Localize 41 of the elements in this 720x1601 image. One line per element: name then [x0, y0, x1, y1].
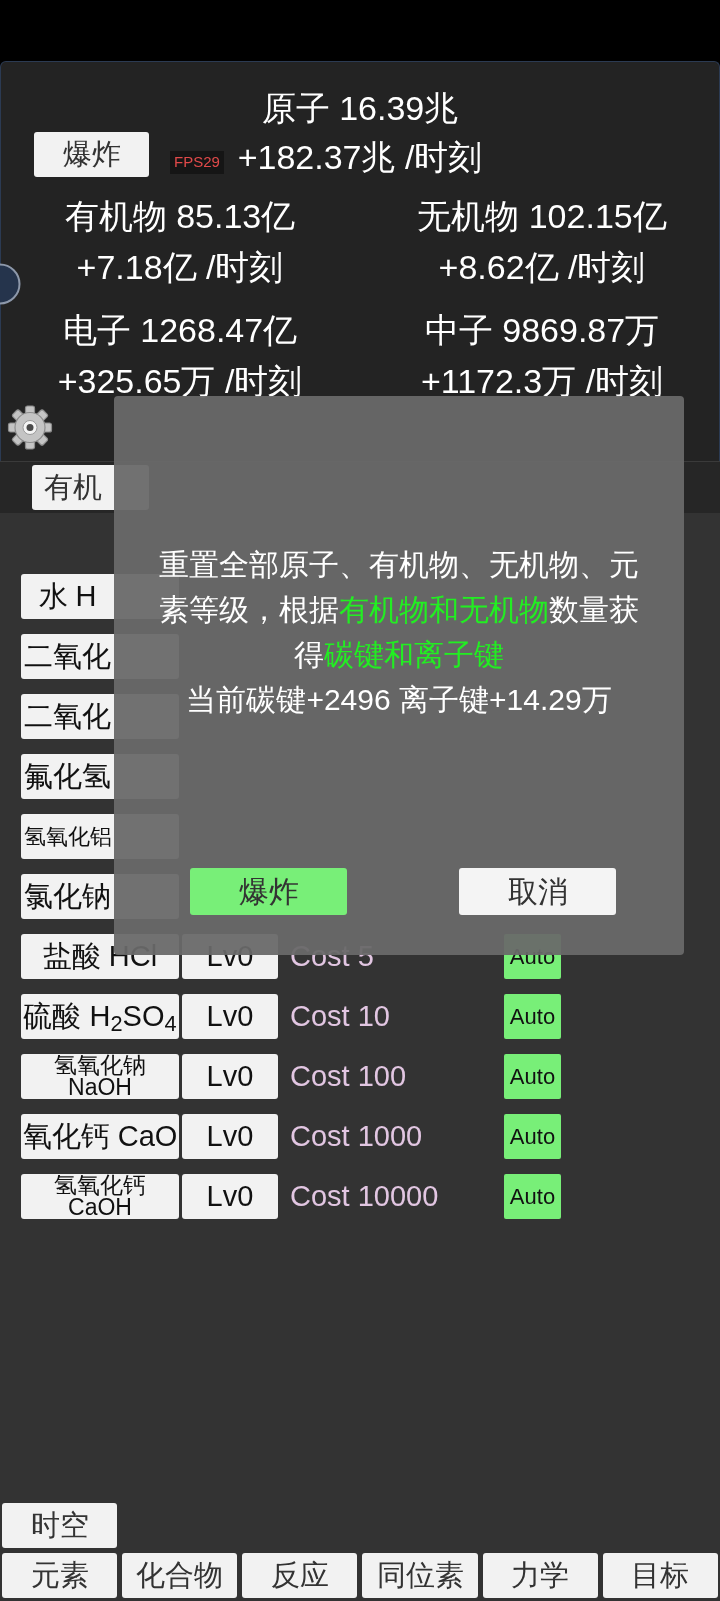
level-button[interactable]: Lv0 — [182, 1114, 278, 1159]
nav-tab[interactable]: 目标 — [602, 1553, 718, 1598]
nav-tab[interactable]: 元素 — [2, 1553, 118, 1598]
nav-tab[interactable]: 化合物 — [122, 1553, 238, 1598]
compound-button[interactable]: 氢氧化钠 NaOH — [21, 1054, 179, 1099]
cost-text: Cost 5 — [290, 938, 374, 974]
dialog-summary: 当前碳键+2496 离子键+14.29万 — [185, 682, 613, 718]
resource-amount: 电子 1268.47亿 — [62, 310, 298, 351]
level-button[interactable]: Lv0 — [182, 994, 278, 1039]
resource-amount: 中子 9869.87万 — [424, 310, 660, 351]
compound-button[interactable]: 氢氧化钙 CaOH — [21, 1174, 179, 1219]
cost-text: Cost 1000 — [290, 1118, 423, 1154]
resource-rate: +8.62亿 /时刻 — [438, 247, 646, 288]
gear-icon[interactable] — [7, 404, 53, 451]
resource-rate: +1172.3万 /时刻 — [420, 361, 664, 402]
auto-button[interactable]: Auto — [504, 1054, 561, 1099]
atom-count: 原子 16.39兆 — [260, 88, 460, 129]
nav-tab[interactable]: 同位素 — [362, 1553, 478, 1598]
auto-button[interactable]: Auto — [504, 1114, 561, 1159]
cost-text: Cost 100 — [290, 1058, 407, 1094]
cost-text: Cost 10 — [290, 998, 390, 1034]
level-button[interactable]: Lv0 — [182, 1054, 278, 1099]
atom-rate: +182.37兆 /时刻 — [237, 137, 483, 178]
resource-amount: 有机物 85.13亿 — [64, 196, 296, 237]
auto-button[interactable]: Auto — [504, 994, 561, 1039]
compound-button[interactable]: 硫酸 H$_{2}$SO$_{4}$ — [21, 994, 179, 1039]
resource-rate: +7.18亿 /时刻 — [76, 247, 284, 288]
level-button[interactable]: Lv0 — [182, 1174, 278, 1219]
cost-text: Cost 10000 — [290, 1178, 439, 1214]
nav-tab[interactable]: 力学 — [482, 1553, 598, 1598]
resource-rate: +325.65万 /时刻 — [57, 361, 303, 402]
cancel-button[interactable]: 取消 — [459, 868, 616, 915]
compound-button[interactable]: 氧化钙 CaO — [21, 1114, 179, 1159]
explode-button[interactable]: 爆炸 — [34, 132, 149, 177]
time-space-button[interactable]: 时空 — [2, 1503, 117, 1548]
confirm-button[interactable]: 爆炸 — [190, 868, 347, 915]
auto-button[interactable]: Auto — [504, 1174, 561, 1219]
nav-tab[interactable]: 反应 — [242, 1553, 358, 1598]
fps-counter: FPS29 — [170, 151, 224, 174]
floating-bubble-icon[interactable] — [0, 263, 21, 305]
resource-amount: 无机物 102.15亿 — [417, 196, 667, 237]
